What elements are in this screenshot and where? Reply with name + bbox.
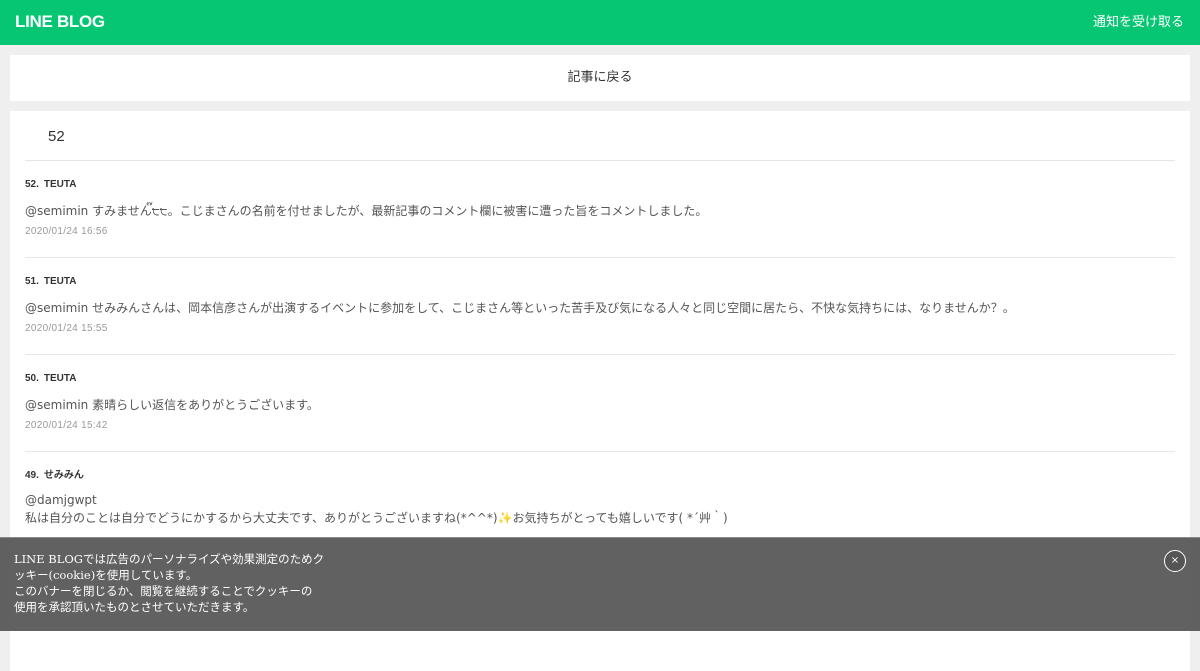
comment-count: 52 [48,128,65,145]
divider [25,160,1175,161]
cookie-banner-line: LINE BLOGでは広告のパーソナライズや効果測定のためク [14,552,325,566]
comment-number: 49. [25,470,39,481]
cookie-banner-line: ッキー(cookie)を使用しています。 [14,568,198,582]
top-bar: LINE BLOG 通知を受け取る [0,0,1200,45]
back-to-article-link[interactable]: 記事に戻る [10,69,1190,86]
cookie-banner-line: 使用を承認頂いたものとさせていただきます。 [14,600,255,614]
cookie-banner: LINE BLOGでは広告のパーソナライズや効果測定のためク ッキー(cooki… [0,537,1200,631]
cookie-banner-text: LINE BLOGでは広告のパーソナライズや効果測定のためク ッキー(cooki… [14,551,344,615]
comment-text: @semimin せみみんさんは、岡本信彦さんが出演するイベントに参加をして、こ… [25,301,1015,315]
comment-header: 50. TEUTA [25,372,1175,386]
notify-button[interactable]: 通知を受け取る [1093,14,1184,31]
comment-item: 52. TEUTA @semimin すみません๊੮੮。こじまさんの名前を付せまし… [25,178,1175,237]
comment-item: 50. TEUTA @semimin 素晴らしい返信をありがとうございます。 20… [25,372,1175,431]
comment-number: 52. [25,179,39,190]
close-icon[interactable]: × [1164,550,1186,572]
comment-date: 2020/01/24 15:55 [25,323,108,334]
divider [25,354,1175,355]
comment-item: 51. TEUTA @semimin せみみんさんは、岡本信彦さんが出演するイベン… [25,275,1175,334]
comment-author: せみみん [43,470,84,481]
comment-header: 51. TEUTA [25,275,1175,289]
line-blog-logo[interactable]: LINE BLOG [15,11,105,33]
divider [25,257,1175,258]
comment-author: TEUTA [43,179,77,190]
comment-text: @semimin すみません๊੮੮。こじまさんの名前を付せましたが、最新記事のコ… [25,204,708,218]
back-card: 記事に戻る [10,55,1190,101]
divider [25,451,1175,452]
comment-date: 2020/01/24 15:42 [25,420,108,431]
comment-header: 52. TEUTA [25,178,1175,192]
comment-date: 2020/01/24 16:56 [25,226,108,237]
comment-author: TEUTA [43,276,77,287]
comment-header: 49. せみみん [25,469,1175,483]
comment-item: 49. せみみん @damjgwpt 私は自分のことは自分でどうにかするから大丈夫… [25,469,1175,533]
comment-text: @damjgwpt 私は自分のことは自分でどうにかするから大丈夫です、ありがとう… [25,493,728,525]
comment-number: 50. [25,373,39,384]
comment-number: 51. [25,276,39,287]
cookie-banner-line: このバナーを閉じるか、閲覧を継続することでクッキーの [14,584,313,598]
comment-author: TEUTA [43,373,77,384]
comment-text: @semimin 素晴らしい返信をありがとうございます。 [25,398,319,412]
